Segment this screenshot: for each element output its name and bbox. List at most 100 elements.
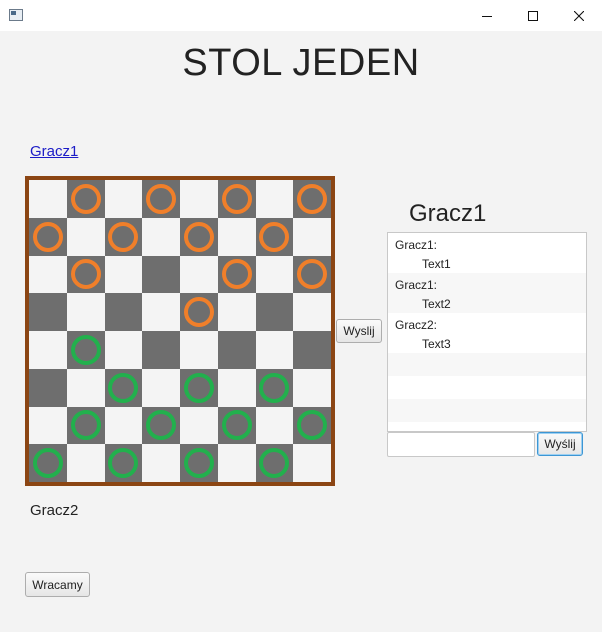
board-square[interactable] — [104, 293, 143, 331]
orange-checker-piece[interactable] — [183, 297, 214, 328]
board-square[interactable] — [217, 217, 256, 256]
board-square[interactable] — [66, 255, 105, 294]
green-checker-piece[interactable] — [32, 448, 63, 479]
chat-input[interactable] — [387, 432, 535, 457]
green-checker-piece[interactable] — [108, 372, 139, 403]
send-chat-button[interactable]: Wyślij — [537, 432, 583, 456]
green-checker-piece[interactable] — [183, 372, 214, 403]
green-checker-piece[interactable] — [70, 334, 101, 365]
board-square[interactable] — [104, 444, 143, 482]
board-square[interactable] — [29, 444, 67, 482]
board-square[interactable] — [29, 180, 67, 218]
board-square[interactable] — [142, 180, 180, 218]
board-square[interactable] — [217, 180, 256, 218]
board-square[interactable] — [255, 444, 294, 482]
orange-checker-piece[interactable] — [70, 183, 101, 214]
board-square[interactable] — [104, 217, 143, 256]
back-button[interactable]: Wracamy — [25, 572, 90, 597]
board-square[interactable] — [180, 406, 218, 445]
board-square[interactable] — [217, 406, 256, 445]
board-square[interactable] — [217, 444, 256, 482]
green-checker-piece[interactable] — [108, 448, 139, 479]
orange-checker-piece[interactable] — [108, 221, 139, 252]
send-move-button[interactable]: Wyslij — [336, 319, 382, 343]
board-square[interactable] — [293, 368, 331, 407]
green-checker-piece[interactable] — [221, 410, 252, 441]
green-checker-piece[interactable] — [259, 372, 290, 403]
board-square[interactable] — [142, 217, 180, 256]
board-square[interactable] — [104, 180, 143, 218]
board-square[interactable] — [104, 255, 143, 294]
board-square[interactable] — [29, 255, 67, 294]
minimize-button[interactable] — [464, 0, 510, 31]
orange-checker-piece[interactable] — [32, 221, 63, 252]
green-checker-piece[interactable] — [297, 410, 328, 441]
board-square[interactable] — [29, 293, 67, 331]
board-square[interactable] — [104, 368, 143, 407]
chat-message: Gracz1: Text2 — [388, 273, 586, 313]
board-square[interactable] — [293, 293, 331, 331]
chat-message-list[interactable]: Gracz1: Text1 Gracz1: Text2 Gracz2: Text… — [387, 232, 587, 432]
board-square[interactable] — [293, 217, 331, 256]
board-square[interactable] — [180, 255, 218, 294]
board-square[interactable] — [217, 293, 256, 331]
maximize-button[interactable] — [510, 0, 556, 31]
board-square[interactable] — [66, 331, 105, 369]
orange-checker-piece[interactable] — [259, 221, 290, 252]
board-square[interactable] — [142, 293, 180, 331]
board-square[interactable] — [66, 444, 105, 482]
board-square[interactable] — [217, 368, 256, 407]
board-square[interactable] — [255, 255, 294, 294]
board-square[interactable] — [180, 444, 218, 482]
orange-checker-piece[interactable] — [146, 183, 177, 214]
board-square[interactable] — [142, 331, 180, 369]
orange-checker-piece[interactable] — [183, 221, 214, 252]
orange-checker-piece[interactable] — [297, 259, 328, 290]
board-square[interactable] — [142, 255, 180, 294]
board-square[interactable] — [293, 255, 331, 294]
board-square[interactable] — [180, 293, 218, 331]
board-square[interactable] — [180, 217, 218, 256]
board-square[interactable] — [29, 368, 67, 407]
board-square[interactable] — [66, 217, 105, 256]
board-square[interactable] — [293, 444, 331, 482]
board-square[interactable] — [255, 368, 294, 407]
board-square[interactable] — [66, 406, 105, 445]
board-square[interactable] — [255, 293, 294, 331]
board-square[interactable] — [293, 406, 331, 445]
board-square[interactable] — [180, 368, 218, 407]
board-square[interactable] — [104, 406, 143, 445]
board-square[interactable] — [29, 217, 67, 256]
green-checker-piece[interactable] — [70, 410, 101, 441]
top-player-link[interactable]: Gracz1 — [30, 143, 78, 160]
chat-message-text: Text2 — [422, 297, 451, 311]
board-square[interactable] — [66, 293, 105, 331]
green-checker-piece[interactable] — [183, 448, 214, 479]
board-square[interactable] — [180, 180, 218, 218]
board-square[interactable] — [66, 180, 105, 218]
orange-checker-piece[interactable] — [221, 183, 252, 214]
green-checker-piece[interactable] — [259, 448, 290, 479]
board-square[interactable] — [104, 331, 143, 369]
board-square[interactable] — [29, 406, 67, 445]
board-square[interactable] — [293, 180, 331, 218]
board-square[interactable] — [142, 444, 180, 482]
board-square[interactable] — [217, 331, 256, 369]
board-square[interactable] — [66, 368, 105, 407]
board-square[interactable] — [293, 331, 331, 369]
board-square[interactable] — [180, 331, 218, 369]
board-square[interactable] — [255, 406, 294, 445]
board-square[interactable] — [217, 255, 256, 294]
green-checker-piece[interactable] — [146, 410, 177, 441]
board-square[interactable] — [255, 331, 294, 369]
orange-checker-piece[interactable] — [70, 259, 101, 290]
close-button[interactable] — [556, 0, 602, 31]
board-square[interactable] — [29, 331, 67, 369]
board-square[interactable] — [142, 406, 180, 445]
board-square[interactable] — [142, 368, 180, 407]
board-square[interactable] — [255, 180, 294, 218]
board-square[interactable] — [255, 217, 294, 256]
orange-checker-piece[interactable] — [221, 259, 252, 290]
orange-checker-piece[interactable] — [297, 183, 328, 214]
board-grid — [29, 180, 331, 482]
